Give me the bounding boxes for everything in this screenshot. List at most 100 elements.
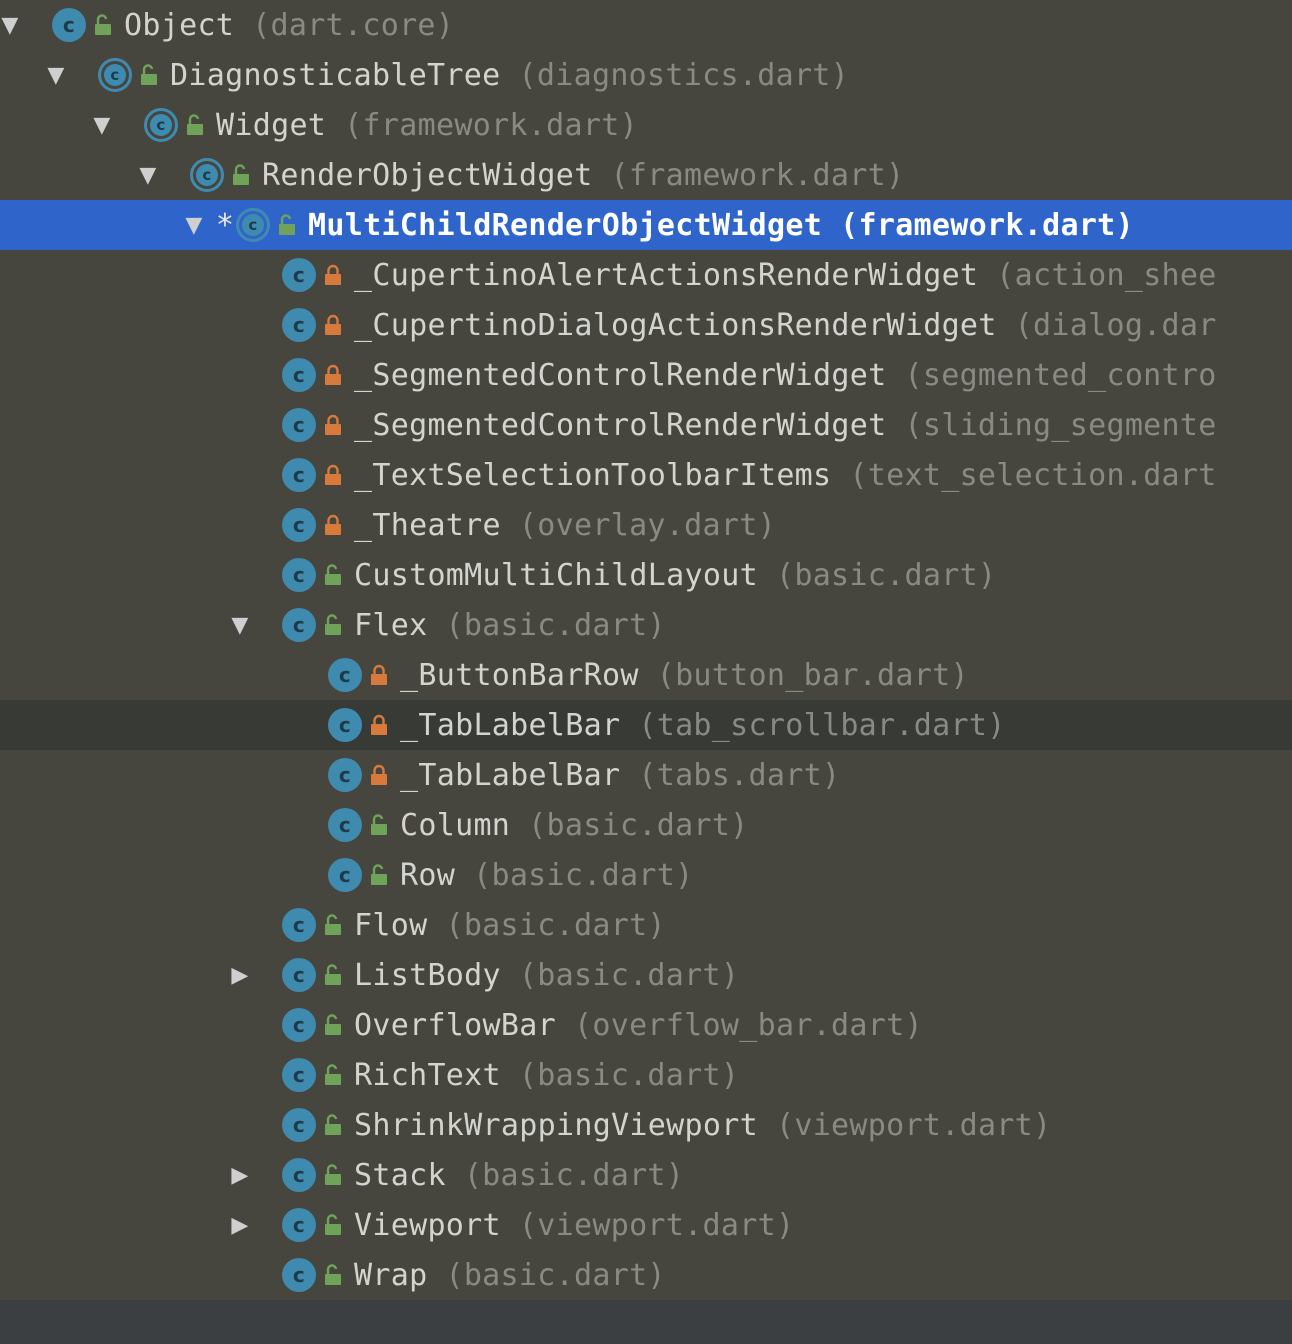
expand-down-icon[interactable] xyxy=(180,200,208,250)
class-name: ListBody xyxy=(354,957,501,993)
class-icon: c xyxy=(282,1258,316,1292)
unlock-icon xyxy=(324,914,342,936)
class-icon: c xyxy=(328,858,362,892)
abstract-class-icon: c xyxy=(190,158,224,192)
class-icon: c xyxy=(282,308,316,342)
unlock-icon xyxy=(324,1064,342,1086)
source-file: (action_shee xyxy=(996,257,1217,293)
class-name: ShrinkWrappingViewport xyxy=(354,1107,758,1143)
expand-down-icon[interactable] xyxy=(134,150,162,200)
expand-right-icon[interactable] xyxy=(226,1200,254,1250)
lock-icon xyxy=(370,764,388,786)
source-file: (dialog.dar xyxy=(1014,307,1217,343)
tree-row[interactable]: c _TextSelectionToolbarItems (text_selecti… xyxy=(0,450,1292,500)
class-name: Object xyxy=(124,7,235,43)
no-arrow xyxy=(226,500,254,550)
tree-row[interactable]: c _SegmentedControlRenderWidget (segmented… xyxy=(0,350,1292,400)
tree-row[interactable]: c Column (basic.dart) xyxy=(0,800,1292,850)
tree-row[interactable]: c _CupertinoDialogActionsRenderWidget (dia… xyxy=(0,300,1292,350)
lock-icon xyxy=(324,314,342,336)
no-arrow xyxy=(272,750,300,800)
tree-row[interactable]: c OverflowBar (overflow_bar.dart) xyxy=(0,1000,1292,1050)
no-arrow xyxy=(226,300,254,350)
class-name: Viewport xyxy=(354,1207,501,1243)
tree-row[interactable]: c _TabLabelBar (tab_scrollbar.dart) xyxy=(0,700,1292,750)
expand-down-icon[interactable] xyxy=(226,600,254,650)
class-name: Column xyxy=(400,807,511,843)
tree-row[interactable]: c ListBody (basic.dart) xyxy=(0,950,1292,1000)
tree-row[interactable]: c Object (dart.core) xyxy=(0,0,1288,50)
class-name: Row xyxy=(400,857,456,893)
class-icon: c xyxy=(282,1058,316,1092)
lock-icon xyxy=(370,714,388,736)
class-icon: c xyxy=(282,1108,316,1142)
no-arrow xyxy=(226,1250,254,1300)
no-arrow xyxy=(226,1000,254,1050)
tree-row[interactable]: c _ButtonBarRow (button_bar.dart) xyxy=(0,650,1292,700)
class-icon: c xyxy=(328,808,362,842)
unlock-icon xyxy=(324,1014,342,1036)
unlock-icon xyxy=(232,164,250,186)
no-arrow xyxy=(226,550,254,600)
source-file: (viewport.dart) xyxy=(775,1107,1052,1143)
source-file: (button_bar.dart) xyxy=(656,657,969,693)
unlock-icon xyxy=(370,864,388,886)
tree-row[interactable]: c _Theatre (overlay.dart) xyxy=(0,500,1292,550)
class-icon: c xyxy=(282,958,316,992)
no-arrow xyxy=(272,700,300,750)
tree-row[interactable]: c Flow (basic.dart) xyxy=(0,900,1292,950)
source-file: (framework.dart) xyxy=(610,157,905,193)
class-icon: c xyxy=(282,458,316,492)
source-file: (basic.dart) xyxy=(518,1057,740,1093)
source-file: (basic.dart) xyxy=(473,857,694,893)
class-name: MultiChildRenderObjectWidget xyxy=(308,207,823,243)
tree-row[interactable]: c _TabLabelBar (tabs.dart) xyxy=(0,750,1292,800)
source-file: (framework.dart) xyxy=(344,107,638,143)
tree-row[interactable]: c Flex (basic.dart) xyxy=(0,600,1292,650)
unlock-icon xyxy=(324,614,342,636)
class-name: _ButtonBarRow xyxy=(400,657,639,693)
expand-down-icon[interactable] xyxy=(42,50,70,100)
tree-row[interactable]: *c MultiChildRenderObjectWidget (framework… xyxy=(0,200,1292,250)
expand-right-icon[interactable] xyxy=(226,950,254,1000)
source-file: (dart.core) xyxy=(252,7,455,43)
no-arrow xyxy=(226,900,254,950)
unlock-icon xyxy=(324,1264,342,1286)
tree-row[interactable]: c _CupertinoAlertActionsRenderWidget (acti… xyxy=(0,250,1292,300)
tree-row[interactable]: c Widget (framework.dart) xyxy=(0,100,1292,150)
class-icon: c xyxy=(328,658,362,692)
unlock-icon xyxy=(324,1214,342,1236)
tree-row[interactable]: c Wrap (basic.dart) xyxy=(0,1250,1292,1300)
tree-row[interactable]: c Viewport (viewport.dart) xyxy=(0,1200,1292,1250)
source-file: (basic.dart) xyxy=(528,807,749,843)
tree-row[interactable]: c CustomMultiChildLayout (basic.dart) xyxy=(0,550,1292,600)
tree-row[interactable]: c _SegmentedControlRenderWidget (sliding_s… xyxy=(0,400,1292,450)
class-name: CustomMultiChildLayout xyxy=(354,557,758,593)
class-name: _SegmentedControlRenderWidget xyxy=(354,357,887,393)
type-hierarchy-tree[interactable]: c Object (dart.core) c DiagnosticableTree (di… xyxy=(0,0,1292,1300)
source-file: (viewport.dart) xyxy=(518,1207,795,1243)
source-file: (basic.dart) xyxy=(463,1157,685,1193)
expand-right-icon[interactable] xyxy=(226,1150,254,1200)
class-icon: c xyxy=(282,1158,316,1192)
class-name: _TextSelectionToolbarItems xyxy=(354,457,832,493)
tree-row[interactable]: c RenderObjectWidget (framework.dart) xyxy=(0,150,1292,200)
tree-row[interactable]: c Stack (basic.dart) xyxy=(0,1150,1292,1200)
tree-row[interactable]: c ShrinkWrappingViewport (viewport.dart) xyxy=(0,1100,1292,1150)
unlock-icon xyxy=(324,564,342,586)
source-file: (diagnostics.dart) xyxy=(518,57,850,93)
class-name: Wrap xyxy=(354,1257,428,1293)
tree-row[interactable]: c RichText (basic.dart) xyxy=(0,1050,1292,1100)
class-icon: c xyxy=(282,408,316,442)
source-file: (overflow_bar.dart) xyxy=(573,1007,923,1043)
expand-down-icon[interactable] xyxy=(0,0,24,50)
source-file: (basic.dart) xyxy=(445,1257,666,1293)
class-name: _TabLabelBar xyxy=(400,757,621,793)
tree-row[interactable]: c Row (basic.dart) xyxy=(0,850,1292,900)
unlock-icon xyxy=(278,214,296,236)
abstract-class-icon: c xyxy=(98,58,132,92)
class-name: Stack xyxy=(354,1157,446,1193)
lock-icon xyxy=(324,264,342,286)
tree-row[interactable]: c DiagnosticableTree (diagnostics.dart) xyxy=(0,50,1292,100)
expand-down-icon[interactable] xyxy=(88,100,116,150)
